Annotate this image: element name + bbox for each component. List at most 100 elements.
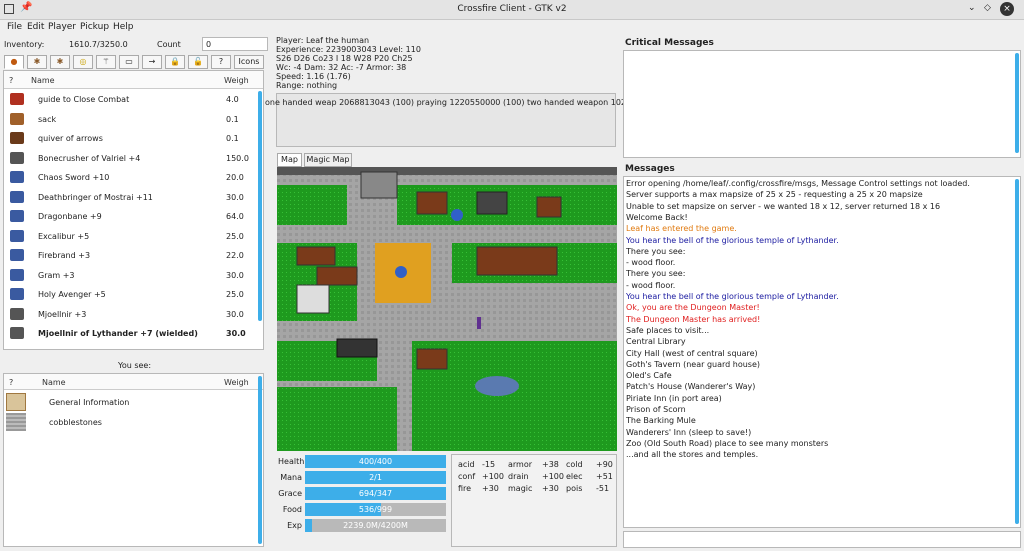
item-name: quiver of arrows (38, 134, 103, 143)
item-weight: 0.1 (226, 114, 239, 124)
message-line: Wanderers' Inn (sleep to save!) (626, 427, 752, 437)
message-line: There you see: (626, 246, 686, 256)
col-weight[interactable]: Weigh (224, 76, 249, 85)
item-name: Deathbringer of Mostrai +11 (38, 192, 153, 202)
inventory-label: Inventory: (4, 40, 45, 49)
tab-cursed[interactable]: ⚚ (96, 55, 116, 69)
tab-icons[interactable]: Icons (234, 55, 264, 69)
inventory-row[interactable]: Dragonbane +9 64.0 (4, 207, 254, 226)
item-name: Firebrand +3 (38, 251, 91, 260)
tab-unpaid[interactable]: ◎ (73, 55, 93, 69)
tab-map[interactable]: Map (277, 153, 302, 167)
quiver-icon (7, 129, 27, 147)
message-line: Oled's Cafe (626, 371, 672, 381)
game-map[interactable] (277, 167, 617, 451)
tab-unapplied[interactable]: ✱ (50, 55, 70, 69)
item-weight: 30.0 (226, 270, 244, 280)
house (416, 348, 448, 370)
inventory-row[interactable]: quiver of arrows 0.1 (4, 129, 254, 148)
menu-file[interactable]: File (7, 22, 22, 32)
hammer-icon (7, 149, 27, 167)
col-weight[interactable]: Weigh (224, 378, 249, 387)
messages-scrollbar[interactable] (1015, 179, 1019, 524)
messages-log: Error opening /home/leaf/.config/crossfi… (623, 176, 1021, 528)
window-title: Crossfire Client - GTK v2 (457, 4, 567, 14)
book-icon (7, 90, 27, 108)
critical-scrollbar[interactable] (1015, 53, 1019, 153)
inventory-row[interactable]: guide to Close Combat 4.0 (4, 90, 254, 109)
resist-value: +90 (596, 460, 613, 469)
item-name: Chaos Sword +10 (38, 173, 110, 182)
player-info: Player: Leaf the human Experience: 22390… (276, 36, 616, 90)
stat-bar: 536/999 (305, 503, 446, 516)
sword-icon (7, 246, 27, 264)
inventory-row[interactable]: Mjoellnir of Lythander +7 (wielded) 30.0 (4, 324, 254, 343)
command-input[interactable] (623, 531, 1021, 548)
item-weight: 150.0 (226, 153, 249, 163)
resist-name: acid (458, 460, 475, 469)
inventory-row[interactable]: Holy Avenger +5 25.0 (4, 285, 254, 304)
col-q[interactable]: ? (9, 76, 13, 85)
you-see-header: ? Name Weigh (4, 374, 263, 390)
count-input[interactable]: 0 (202, 37, 268, 51)
stat-label: Exp (287, 521, 302, 530)
message-line: Leaf has entered the game. (626, 224, 737, 234)
tab-applied[interactable]: ✱ (27, 55, 47, 69)
tab-magic-map[interactable]: Magic Map (304, 153, 352, 167)
menu-player[interactable]: Player (48, 22, 76, 32)
item-name: Holy Avenger +5 (38, 290, 106, 299)
house (476, 246, 558, 276)
item-name: Dragonbane +9 (38, 212, 102, 221)
stat-bar: 2239.0M/4200M (305, 519, 446, 532)
col-q[interactable]: ? (9, 378, 13, 387)
resist-value: +100 (542, 472, 564, 481)
inventory-row[interactable]: Bonecrusher of Valriel +4 150.0 (4, 149, 254, 168)
item-name: Bonecrusher of Valriel +4 (38, 153, 141, 163)
close-icon[interactable]: × (1000, 2, 1014, 16)
message-line: - wood floor. (626, 280, 676, 290)
tab-locked[interactable]: 🔒 (165, 55, 185, 69)
resist-name: magic (508, 484, 533, 493)
title-bar: 📌 Crossfire Client - GTK v2 ⌄ ◇ × (0, 0, 1024, 20)
resist-name: drain (508, 472, 529, 481)
inventory-row[interactable]: Mjoellnir +3 30.0 (4, 305, 254, 324)
item-name: guide to Close Combat (38, 95, 130, 104)
tab-all[interactable]: ● (4, 55, 24, 69)
menu-pickup[interactable]: Pickup (80, 22, 109, 32)
col-name[interactable]: Name (31, 76, 55, 85)
inventory-row[interactable]: Gram +3 30.0 (4, 266, 254, 285)
player-experience: Experience: 2239003043 Level: 110 (276, 45, 421, 54)
message-line: Welcome Back! (626, 212, 688, 222)
tab-unidentified[interactable]: ? (211, 55, 231, 69)
tab-unlocked[interactable]: 🔓 (188, 55, 208, 69)
col-name[interactable]: Name (42, 378, 66, 387)
grass-area (277, 387, 397, 451)
resist-name: conf (458, 472, 476, 481)
resist-value: -51 (596, 484, 610, 493)
inventory-scrollbar[interactable] (258, 91, 262, 321)
tab-nonmagical[interactable]: → (142, 55, 162, 69)
list-item[interactable]: cobblestones (49, 418, 102, 427)
menu-edit[interactable]: Edit (27, 22, 44, 32)
menu-help[interactable]: Help (113, 22, 134, 32)
tab-magical[interactable]: ▭ (119, 55, 139, 69)
list-item[interactable]: General Information (49, 398, 129, 407)
house (416, 191, 448, 215)
item-name: Gram +3 (38, 270, 75, 280)
you-see-scrollbar[interactable] (258, 376, 262, 544)
inventory-row[interactable]: Chaos Sword +10 20.0 (4, 168, 254, 187)
message-line: Patch's House (Wanderer's Way) (626, 382, 756, 392)
inventory-row[interactable]: Firebrand +3 22.0 (4, 246, 254, 265)
inventory-row[interactable]: Deathbringer of Mostrai +11 30.0 (4, 188, 254, 207)
inventory-row[interactable]: Excalibur +5 25.0 (4, 227, 254, 246)
item-weight: 30.0 (226, 309, 244, 319)
message-line: Central Library (626, 337, 686, 347)
message-line: - wood floor. (626, 258, 676, 268)
minimize-icon[interactable]: ⌄ (968, 3, 976, 13)
resist-name: pois (566, 484, 583, 493)
inventory-row[interactable]: sack 0.1 (4, 110, 254, 129)
house (316, 266, 358, 286)
restore-icon[interactable]: ◇ (984, 3, 991, 13)
fountain (451, 209, 463, 221)
player-combat: Wc: -4 Dam: 32 Ac: -7 Armor: 38 (276, 63, 407, 72)
